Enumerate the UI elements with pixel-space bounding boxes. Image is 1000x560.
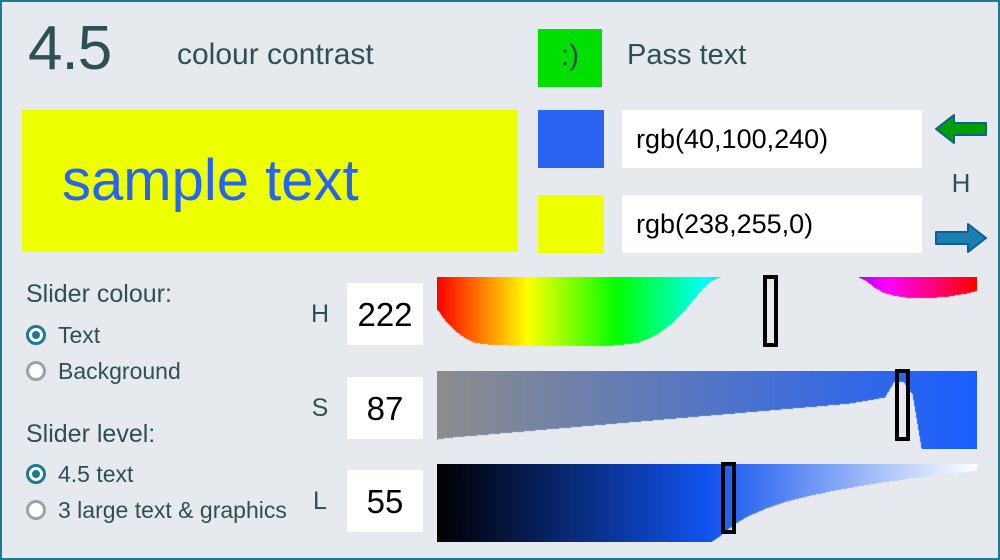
radio-slider-colour-background-label: Background: [58, 357, 181, 384]
previous-channel-button[interactable]: [934, 112, 988, 146]
slider-lightness-track[interactable]: [437, 462, 977, 542]
sample-text: sample text: [62, 148, 359, 213]
arrow-right-icon: [935, 223, 987, 253]
slider-saturation-letter: S: [311, 394, 329, 422]
background-colour-swatch[interactable]: [538, 195, 604, 253]
radio-slider-colour-text[interactable]: Text: [26, 322, 100, 348]
slider-hue-letter: H: [310, 300, 330, 328]
background-colour-value: rgb(238,255,0): [636, 208, 814, 239]
slider-lightness-input[interactable]: 55: [347, 470, 423, 532]
slider-saturation-thumb[interactable]: [895, 369, 910, 441]
radio-selected-icon: [26, 325, 46, 345]
radio-slider-colour-background[interactable]: Background: [26, 358, 181, 384]
slider-hue-input[interactable]: 222: [347, 283, 423, 345]
radio-selected-icon: [26, 464, 46, 484]
radio-slider-level-3-label: 3 large text & graphics: [58, 496, 287, 523]
radio-unselected-icon: [26, 500, 46, 520]
slider-hue-thumb[interactable]: [763, 275, 778, 347]
sample-preview: sample text: [22, 110, 518, 252]
radio-slider-level-3[interactable]: 3 large text & graphics: [26, 497, 287, 523]
next-channel-button[interactable]: [934, 221, 988, 255]
current-channel-label: H: [951, 168, 971, 198]
background-colour-input[interactable]: rgb(238,255,0): [622, 195, 922, 253]
radio-unselected-icon: [26, 361, 46, 381]
slider-hue-value: 222: [357, 295, 413, 333]
slider-saturation-value: 87: [366, 389, 404, 427]
radio-slider-level-45-label: 4.5 text: [58, 460, 134, 487]
text-colour-input[interactable]: rgb(40,100,240): [622, 110, 922, 168]
pass-status-badge: :): [538, 29, 602, 87]
smiley-icon: :): [560, 39, 580, 72]
pass-status-label: Pass text: [627, 39, 747, 71]
colour-contrast-app: 4.5 colour contrast :) Pass text sample …: [0, 0, 1000, 560]
radio-slider-colour-text-label: Text: [58, 321, 101, 348]
slider-saturation-track[interactable]: [437, 369, 977, 449]
contrast-ratio-label: colour contrast: [177, 38, 374, 71]
slider-lightness-letter: L: [313, 487, 327, 515]
slider-lightness-thumb[interactable]: [721, 462, 736, 534]
slider-colour-group-title: Slider colour:: [26, 280, 172, 308]
text-colour-value: rgb(40,100,240): [636, 123, 829, 154]
slider-level-group-title: Slider level:: [26, 420, 156, 448]
text-colour-swatch[interactable]: [538, 110, 604, 168]
slider-saturation-input[interactable]: 87: [347, 377, 423, 439]
slider-lightness-value: 55: [366, 482, 404, 520]
header: 4.5 colour contrast :) Pass text: [2, 2, 998, 98]
slider-hue-track[interactable]: [437, 275, 977, 355]
arrow-left-icon: [935, 114, 987, 144]
radio-slider-level-45[interactable]: 4.5 text: [26, 461, 133, 487]
contrast-ratio-value: 4.5: [28, 14, 112, 83]
